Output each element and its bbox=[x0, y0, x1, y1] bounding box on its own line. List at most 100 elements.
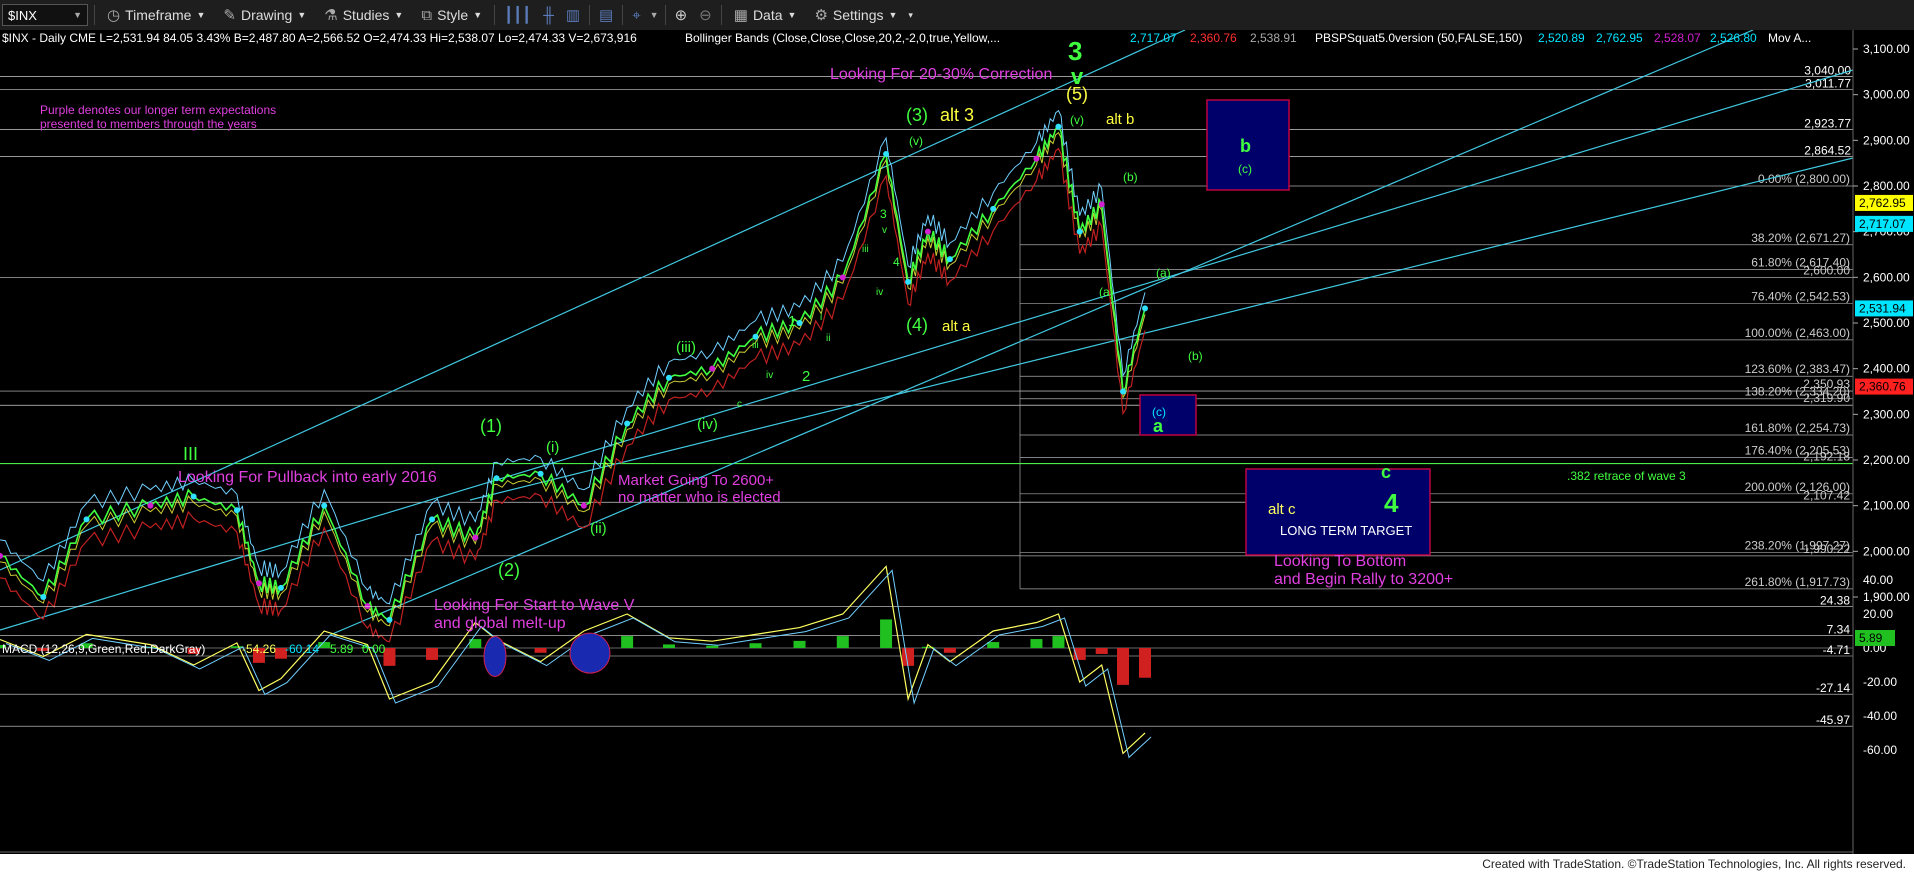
market-note-1: Market Going To 2600+ bbox=[618, 472, 774, 489]
wave-small-iv: iv bbox=[876, 287, 883, 298]
symbol-field[interactable]: $INX ▼ bbox=[2, 4, 88, 26]
drawing-button[interactable]: ✎ Drawing ▼ bbox=[217, 2, 312, 28]
settings-label: Settings bbox=[832, 7, 884, 23]
data-button[interactable]: ▦ Data ▼ bbox=[728, 2, 803, 28]
macd-tick-label: -20.00 bbox=[1863, 675, 1897, 689]
price-point bbox=[752, 333, 759, 340]
fib-label: 2,192.18 bbox=[1803, 450, 1850, 464]
separator bbox=[622, 5, 624, 25]
macd-histogram-bar bbox=[662, 644, 675, 648]
symbol-value: $INX bbox=[8, 7, 37, 23]
zoom-out-icon[interactable]: ⊖ bbox=[696, 6, 715, 24]
macd-histogram-bar bbox=[1117, 648, 1130, 685]
price-tag-label: 2,762.95 bbox=[1859, 196, 1906, 210]
timeframe-button[interactable]: ◷ Timeframe ▼ bbox=[101, 2, 211, 28]
flask-icon: ⚗ bbox=[324, 7, 338, 24]
macd-histogram-bar bbox=[1095, 648, 1108, 654]
settings-button[interactable]: ⚙ Settings ▼ ▾ bbox=[808, 2, 919, 28]
macd-tick-label: -60.00 bbox=[1863, 743, 1897, 757]
pbs-value-3: 2,528.07 bbox=[1654, 31, 1701, 45]
macd-histogram-bar bbox=[1030, 639, 1043, 648]
price-tick-label: 3,000.00 bbox=[1863, 88, 1910, 102]
pbs-value-4: 2,526.80 bbox=[1710, 31, 1757, 45]
price-chart[interactable]: Oct'15AprJulOct'16AprJulOct'17AprJulOct'… bbox=[0, 30, 1914, 873]
level-label: 2,864.52 bbox=[1804, 144, 1851, 158]
chevron-down-icon: ▼ bbox=[787, 10, 797, 20]
toolbar: $INX ▼ ◷ Timeframe ▼ ✎ Drawing ▼ ⚗ Studies ▼ ⧉ S… bbox=[0, 0, 1914, 31]
price-point bbox=[839, 274, 846, 281]
price-point bbox=[624, 420, 631, 427]
wave-small-iii: iii bbox=[862, 244, 869, 255]
style-button[interactable]: ⧉ Style ▼ bbox=[415, 2, 488, 28]
studies-button[interactable]: ⚗ Studies ▼ bbox=[318, 2, 409, 28]
panels-icon[interactable]: ▤ bbox=[596, 6, 616, 24]
price-tick-label: 2,400.00 bbox=[1863, 362, 1910, 376]
wave-III: III bbox=[183, 444, 198, 464]
price-tick-label: 2,300.00 bbox=[1863, 407, 1910, 421]
wave-2: (2) bbox=[498, 560, 520, 580]
wave-b-top: (b) bbox=[1123, 170, 1138, 184]
price-point bbox=[905, 278, 912, 285]
fib-label: 76.40% (2,542.53) bbox=[1751, 290, 1850, 304]
separator bbox=[589, 5, 591, 25]
studies-label: Studies bbox=[342, 7, 390, 23]
level-label: 2,923.77 bbox=[1804, 116, 1851, 130]
price-tick-label: 2,600.00 bbox=[1863, 270, 1910, 284]
wave-c-big: c bbox=[1381, 462, 1391, 482]
price-point bbox=[1120, 388, 1127, 395]
price-point bbox=[386, 616, 393, 623]
chevron-down-icon[interactable]: ▼ bbox=[650, 10, 659, 20]
wave-small-2: 2 bbox=[802, 368, 810, 385]
price-point bbox=[580, 502, 587, 509]
retrace-note: .382 retrace of wave 3 bbox=[1567, 469, 1686, 483]
bottom-note-1: Looking To Bottom bbox=[1274, 553, 1406, 570]
separator bbox=[664, 5, 666, 25]
separator bbox=[94, 5, 95, 25]
wave-b-box: b bbox=[1240, 136, 1251, 156]
macd-value-4: 0.00 bbox=[362, 642, 386, 656]
wave-small-ii: ii bbox=[826, 333, 830, 344]
price-point bbox=[493, 475, 500, 482]
price-point bbox=[364, 603, 371, 610]
price-point bbox=[233, 507, 240, 514]
chevron-down-icon: ▼ bbox=[394, 10, 404, 20]
macd-histogram-bar bbox=[749, 643, 762, 648]
chevron-down-icon: ▼ bbox=[888, 10, 898, 20]
macd-histogram-bar bbox=[943, 648, 956, 653]
pullback-note: Looking For Pullback into early 2016 bbox=[178, 469, 437, 486]
wave-v-note-2: and global melt-up bbox=[434, 615, 566, 632]
macd-value-2: -60.14 bbox=[285, 642, 319, 656]
price-point bbox=[321, 502, 328, 509]
zoom-in-icon[interactable]: ⊕ bbox=[672, 6, 691, 24]
macd-histogram-bar bbox=[318, 642, 331, 648]
bottom-note-2: and Begin Rally to 3200+ bbox=[1274, 571, 1453, 588]
columns-icon[interactable]: ▥ bbox=[563, 6, 583, 24]
price-point bbox=[1033, 155, 1040, 162]
price-tick-label: 3,100.00 bbox=[1863, 42, 1910, 56]
fib-label: 2,319.90 bbox=[1803, 391, 1850, 405]
macd-histogram-bar bbox=[880, 619, 893, 648]
price-point bbox=[946, 256, 953, 263]
macd-histogram-bar bbox=[706, 645, 719, 648]
bars-icon[interactable]: ┃┃┃ bbox=[501, 6, 534, 24]
price-tick-label: 2,000.00 bbox=[1863, 544, 1910, 558]
price-point bbox=[1055, 123, 1062, 130]
cursor-icon[interactable]: ⌖ bbox=[629, 7, 643, 24]
fib-label: 100.00% (2,463.00) bbox=[1745, 326, 1850, 340]
macd-histogram-bar bbox=[793, 640, 806, 648]
price-point bbox=[665, 374, 672, 381]
macd-level-label: -45.97 bbox=[1816, 713, 1850, 727]
chevron-down-icon: ▼ bbox=[196, 10, 206, 20]
macd-level-label: -27.14 bbox=[1816, 681, 1850, 695]
wave-3-large: 3 bbox=[1068, 36, 1082, 66]
price-tick-label: 2,500.00 bbox=[1863, 316, 1910, 330]
drawing-label: Drawing bbox=[240, 7, 293, 23]
candles-icon[interactable]: ╫ bbox=[540, 7, 557, 24]
price-point bbox=[1142, 305, 1148, 312]
right-axis: 3,100.003,000.002,900.002,800.002,700.00… bbox=[1852, 30, 1914, 873]
price-point bbox=[537, 470, 544, 477]
macd-value-3: 5.89 bbox=[330, 642, 354, 656]
wave-a-right: (a) bbox=[1156, 266, 1171, 280]
macd-histogram-bar bbox=[902, 648, 915, 666]
fib-label: 0.00% (2,800.00) bbox=[1758, 172, 1850, 186]
